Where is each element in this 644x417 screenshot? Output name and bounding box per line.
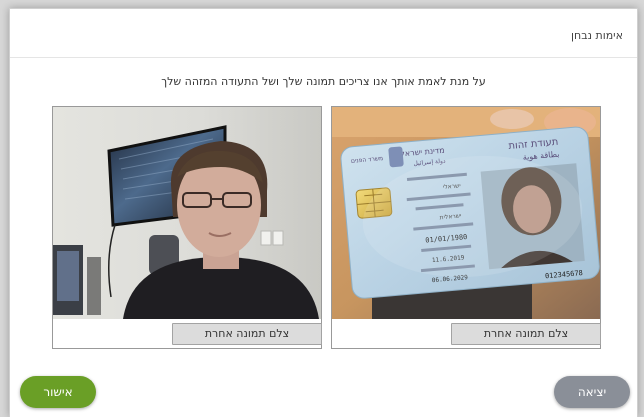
verification-dialog: אימות נבחן על מנת לאמת אותך אנו צריכים ת… — [9, 8, 638, 417]
dialog-header: אימות נבחן — [10, 9, 637, 58]
confirm-button[interactable]: אישור — [20, 376, 96, 408]
exit-button[interactable]: יציאה — [554, 376, 630, 408]
selfie-retake-photo-button[interactable]: צלם תמונה אחרת — [172, 323, 322, 345]
dialog-title: אימות נבחן — [571, 29, 623, 42]
id-retake-photo-button[interactable]: צלם תמונה אחרת — [451, 323, 601, 345]
id-card-photo: תעודת זהות بطاقة هوية מדינת ישראל دولة إ… — [332, 107, 600, 319]
selfie-photo — [53, 107, 321, 319]
instruction-text: על מנת לאמת אותך אנו צריכים תמונה שלך וש… — [161, 75, 486, 88]
selfie-photo-panel: צלם תמונה אחרת — [52, 106, 322, 349]
id-photo-panel: תעודת זהות بطاقة هوية מדינת ישראל دولة إ… — [331, 106, 601, 349]
dialog-footer: יציאה אישור — [10, 364, 637, 417]
emblem-icon — [388, 146, 404, 168]
